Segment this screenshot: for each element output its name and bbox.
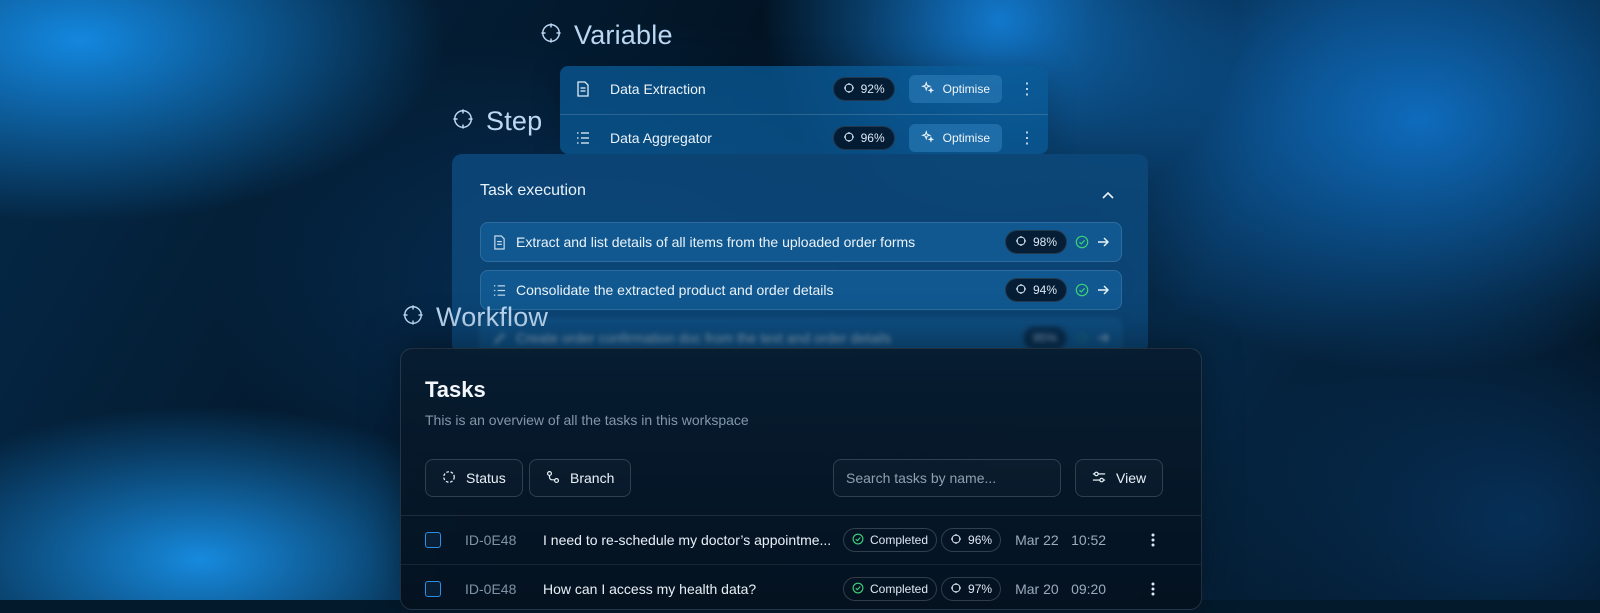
score-value: 95%: [1032, 331, 1057, 345]
score-value: 97%: [968, 582, 993, 596]
status-filter-label: Status: [466, 470, 506, 486]
sliders-icon: [1092, 470, 1106, 487]
task-title: How can I access my health data?: [543, 581, 757, 597]
score-badge: 94%: [1004, 278, 1067, 302]
layer-title-variable: Variable: [540, 20, 673, 51]
view-button[interactable]: View: [1075, 459, 1164, 497]
layer-title-label: Variable: [574, 20, 673, 50]
score-badge: 96%: [832, 126, 895, 150]
crosshair-icon: [1015, 283, 1027, 298]
status-label: Completed: [870, 533, 929, 547]
step-label: Extract and list details of all items fr…: [516, 234, 916, 250]
check-circle-icon: [1075, 283, 1089, 297]
status-badge: Completed: [843, 528, 938, 552]
task-date: Mar 20: [1015, 581, 1059, 597]
task-title: I need to re-schedule my doctor’s appoin…: [543, 532, 832, 548]
crosshair-icon: [402, 302, 424, 333]
task-date: Mar 22: [1015, 532, 1059, 548]
dashed-circle-icon: [442, 470, 456, 487]
score-value: 92%: [860, 82, 885, 96]
task-id: ID-0E48: [465, 581, 517, 597]
check-circle-icon: [1075, 235, 1089, 249]
check-circle-icon: [852, 582, 864, 597]
more-vertical-icon[interactable]: [1151, 533, 1155, 547]
score-value: 96%: [860, 131, 885, 145]
row-checkbox[interactable]: [425, 581, 441, 597]
row-checkbox[interactable]: [425, 532, 441, 548]
check-circle-icon: [852, 533, 864, 548]
edit-icon: [493, 332, 506, 345]
search-input[interactable]: [833, 459, 1061, 497]
step-label: Consolidate the extracted product and or…: [516, 282, 834, 298]
crosshair-icon: [950, 582, 962, 597]
score-badge: 97%: [941, 577, 1002, 601]
sparkle-icon: [920, 129, 935, 147]
layer-title-step: Step: [452, 106, 542, 137]
list-icon: [576, 131, 592, 145]
step-card-title: Task execution: [480, 182, 586, 199]
task-time: 10:52: [1071, 532, 1107, 548]
arrow-right-icon[interactable]: [1097, 284, 1109, 296]
table-row[interactable]: ID-0E48 I need to re-schedule my doctor’…: [401, 516, 1201, 564]
document-icon: [493, 234, 506, 250]
status-filter-button[interactable]: Status: [425, 459, 523, 497]
layer-title-workflow: Workflow: [402, 302, 548, 333]
score-badge: 92%: [832, 77, 895, 101]
list-icon: [493, 284, 506, 297]
optimise-button[interactable]: Optimise: [908, 75, 1002, 103]
tasks-panel: Tasks This is an overview of all the tas…: [400, 348, 1202, 610]
variable-card: Data Extraction 92% Optimise ⋮ Data Aggr…: [560, 66, 1048, 154]
more-vertical-icon[interactable]: [1151, 582, 1155, 596]
optimise-label: Optimise: [942, 131, 990, 145]
arrow-right-icon[interactable]: [1097, 332, 1109, 344]
loading-icon: [1075, 331, 1089, 345]
crosshair-icon: [540, 20, 562, 51]
step-label: Create order confirmation doc from the t…: [516, 330, 892, 346]
crosshair-icon: [950, 533, 962, 548]
crosshair-icon: [843, 82, 855, 97]
arrow-right-icon[interactable]: [1097, 236, 1109, 248]
score-value: 98%: [1032, 235, 1057, 249]
crosshair-icon: [843, 131, 855, 146]
chevron-up-icon[interactable]: [1102, 186, 1114, 204]
sparkle-icon: [920, 80, 935, 98]
optimise-label: Optimise: [942, 82, 990, 96]
branch-filter-label: Branch: [570, 470, 615, 486]
score-badge: 95%: [1022, 326, 1067, 350]
crosshair-icon: [1015, 235, 1027, 250]
score-value: 96%: [968, 533, 993, 547]
score-badge: 96%: [941, 528, 1002, 552]
variable-row[interactable]: Data Extraction 92% Optimise ⋮: [560, 66, 1048, 112]
crosshair-icon: [452, 106, 474, 137]
step-row[interactable]: Extract and list details of all items fr…: [480, 222, 1122, 262]
step-card: Task execution Extract and list details …: [452, 154, 1148, 358]
layer-title-label: Workflow: [436, 302, 549, 332]
optimise-button[interactable]: Optimise: [908, 124, 1002, 152]
score-badge: 98%: [1004, 230, 1067, 254]
layer-title-label: Step: [486, 106, 543, 136]
more-vertical-icon[interactable]: ⋮: [1016, 79, 1038, 99]
table-row[interactable]: ID-0E48 How can I access my health data?…: [401, 564, 1201, 613]
step-row[interactable]: Consolidate the extracted product and or…: [480, 270, 1122, 310]
page-title: Tasks: [425, 377, 486, 402]
branch-filter-button[interactable]: Branch: [529, 459, 632, 497]
branch-icon: [546, 470, 560, 487]
task-time: 09:20: [1071, 581, 1107, 597]
view-label: View: [1116, 470, 1147, 486]
variable-label: Data Extraction: [610, 81, 706, 97]
score-value: 94%: [1032, 283, 1057, 297]
page-subtitle: This is an overview of all the tasks in …: [425, 412, 749, 428]
status-badge: Completed: [843, 577, 938, 601]
document-icon: [576, 81, 592, 97]
variable-label: Data Aggregator: [610, 130, 712, 146]
more-vertical-icon[interactable]: ⋮: [1016, 128, 1038, 148]
status-label: Completed: [870, 582, 929, 596]
task-id: ID-0E48: [465, 532, 517, 548]
